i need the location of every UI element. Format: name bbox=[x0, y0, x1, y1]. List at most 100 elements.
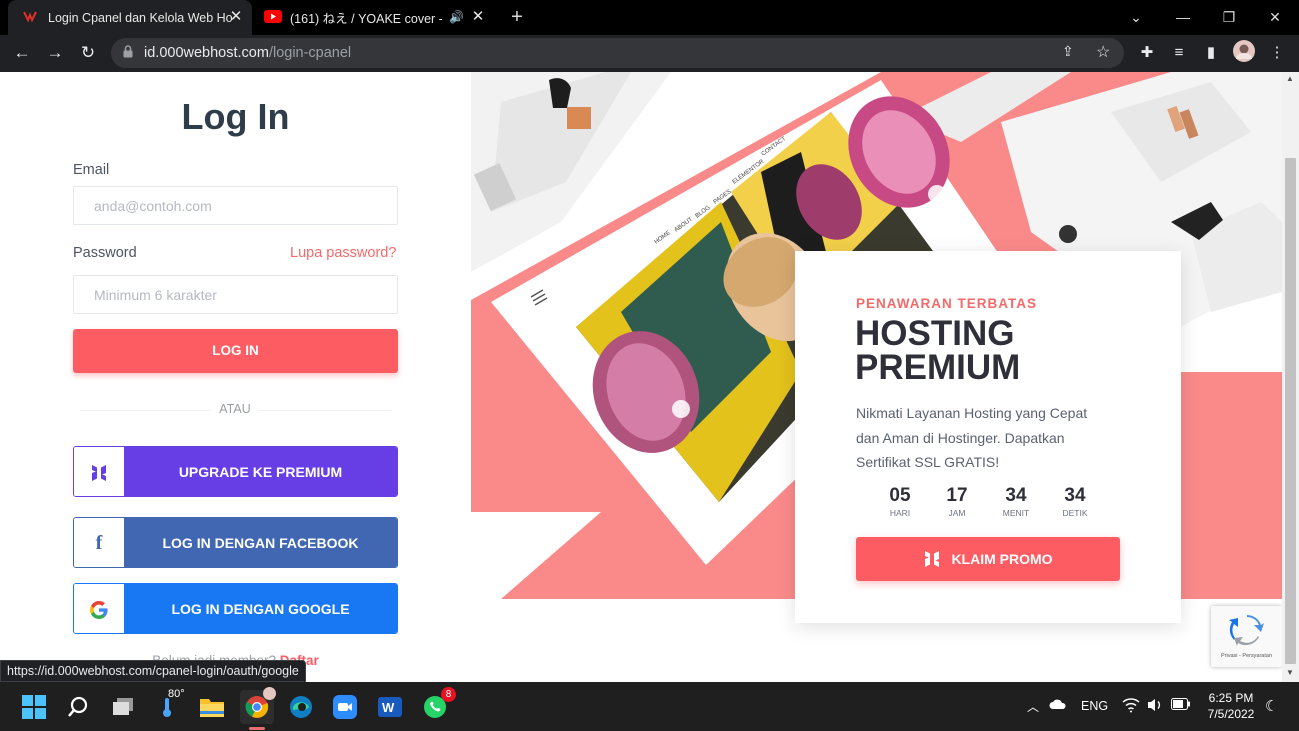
notification-badge: 8 bbox=[441, 687, 456, 702]
promo-title-line1: HOSTING bbox=[855, 314, 1015, 353]
lock-icon bbox=[123, 45, 133, 63]
countdown-minutes: 34 MENIT bbox=[991, 485, 1041, 518]
countdown-seconds: 34 DETIK bbox=[1050, 485, 1100, 518]
extensions-icon[interactable]: ✚ bbox=[1134, 40, 1160, 66]
forgot-password-link[interactable]: Lupa password? bbox=[290, 245, 396, 261]
google-login-button[interactable]: LOG IN DENGAN GOOGLE bbox=[73, 583, 398, 634]
tab-title: Login Cpanel dan Kelola Web Ho bbox=[48, 10, 233, 25]
minimize-button[interactable]: — bbox=[1168, 4, 1198, 30]
password-field[interactable] bbox=[74, 276, 397, 313]
password-label: Password bbox=[73, 245, 137, 261]
facebook-login-button[interactable]: f LOG IN DENGAN FACEBOOK bbox=[73, 517, 398, 568]
google-icon bbox=[74, 584, 124, 633]
volume-icon[interactable] bbox=[1146, 697, 1164, 716]
windows-taskbar: 80° W 8 ︿ ENG 6:25 PM 7/5/2022 ☾ bbox=[0, 682, 1299, 731]
hostinger-logo-icon bbox=[923, 550, 941, 568]
tab-youtube[interactable]: (161) ねえ / YOAKE cover - Yo 🔊 ✕ bbox=[256, 0, 494, 35]
password-field-wrapper bbox=[73, 275, 398, 314]
speaker-icon[interactable]: 🔊 bbox=[449, 10, 464, 24]
claim-promo-label: KLAIM PROMO bbox=[951, 551, 1053, 567]
google-login-label: LOG IN DENGAN GOOGLE bbox=[124, 584, 397, 633]
restore-button[interactable]: ❐ bbox=[1214, 4, 1244, 30]
new-tab-button[interactable]: + bbox=[502, 4, 532, 30]
bookmark-star-icon[interactable]: ☆ bbox=[1096, 42, 1110, 62]
login-title: Log In bbox=[181, 96, 290, 137]
edge-icon[interactable] bbox=[284, 690, 318, 724]
recaptcha-icon bbox=[1229, 614, 1265, 651]
countdown-value: 34 bbox=[1005, 485, 1027, 506]
task-view-icon[interactable] bbox=[106, 690, 140, 724]
profile-avatar[interactable] bbox=[1231, 40, 1257, 66]
email-label: Email bbox=[73, 162, 110, 178]
promo-title-line2: PREMIUM bbox=[855, 348, 1021, 387]
countdown-hours: 17 JAM bbox=[932, 485, 982, 518]
page-scrollbar[interactable]: ▲ ▼ bbox=[1282, 72, 1299, 682]
claim-promo-button[interactable]: KLAIM PROMO bbox=[856, 537, 1120, 581]
chrome-icon[interactable] bbox=[240, 687, 276, 730]
scrollbar-thumb[interactable] bbox=[1285, 158, 1296, 664]
countdown-unit: JAM bbox=[948, 508, 966, 518]
webhost-logo-icon bbox=[22, 8, 38, 27]
zoom-icon[interactable] bbox=[328, 690, 362, 724]
clock-time: 6:25 PM bbox=[1208, 691, 1254, 705]
scroll-down-arrow[interactable]: ▼ bbox=[1286, 668, 1294, 677]
login-button[interactable]: LOG IN bbox=[73, 329, 398, 373]
menu-kebab-icon[interactable]: ⋮ bbox=[1264, 40, 1290, 66]
notification-moon-icon[interactable]: ☾ bbox=[1265, 697, 1278, 715]
promo-card: PENAWARAN TERBATAS HOSTING PREMIUM Nikma… bbox=[795, 251, 1181, 623]
link-status-bubble: https://id.000webhost.com/cpanel-login/o… bbox=[0, 660, 306, 682]
chevron-down-icon[interactable]: ⌄ bbox=[1121, 4, 1151, 30]
search-icon[interactable] bbox=[61, 690, 95, 724]
active-app-indicator bbox=[249, 727, 265, 730]
hostinger-logo-icon bbox=[74, 447, 124, 496]
weather-temp: 80° bbox=[168, 688, 185, 700]
onedrive-cloud-icon[interactable] bbox=[1049, 698, 1067, 713]
close-tab-icon[interactable]: ✕ bbox=[470, 9, 486, 25]
weather-widget[interactable]: 80° bbox=[150, 688, 185, 724]
media-queue-icon[interactable]: ≡ bbox=[1166, 40, 1192, 66]
recaptcha-badge[interactable]: Privasi - Persyaratan bbox=[1211, 606, 1282, 667]
windows-start-icon[interactable] bbox=[17, 690, 51, 724]
countdown-days: 05 HARI bbox=[875, 485, 925, 518]
language-indicator[interactable]: ENG bbox=[1081, 699, 1108, 713]
whatsapp-icon[interactable]: 8 bbox=[418, 687, 456, 724]
page-content: Log In Email Password Lupa password? LOG… bbox=[0, 72, 1299, 682]
upgrade-premium-label: UPGRADE KE PREMIUM bbox=[124, 447, 397, 496]
youtube-icon bbox=[264, 9, 282, 26]
tab-login-cpanel[interactable]: Login Cpanel dan Kelola Web Ho ✕ bbox=[8, 0, 252, 35]
url-text: id.000webhost.com/login-cpanel bbox=[144, 45, 351, 61]
svg-text:W: W bbox=[382, 700, 395, 715]
scroll-up-arrow[interactable]: ▲ bbox=[1286, 74, 1294, 83]
or-divider-label: ATAU bbox=[211, 402, 259, 416]
email-field[interactable] bbox=[74, 187, 397, 224]
clock-date: 7/5/2022 bbox=[1207, 707, 1255, 721]
system-clock[interactable]: 6:25 PM 7/5/2022 bbox=[1200, 690, 1262, 722]
address-bar[interactable]: id.000webhost.com/login-cpanel ⇪ ☆ bbox=[111, 38, 1124, 68]
url-host: id.000webhost.com bbox=[144, 45, 269, 61]
battery-icon[interactable] bbox=[1171, 698, 1191, 713]
countdown-value: 34 bbox=[1064, 485, 1086, 506]
tab-strip: Login Cpanel dan Kelola Web Ho ✕ (161) ね… bbox=[0, 0, 1299, 35]
side-panel-icon[interactable]: ▮ bbox=[1198, 40, 1224, 66]
recaptcha-footer: Privasi - Persyaratan bbox=[1220, 653, 1273, 659]
countdown-unit: MENIT bbox=[1002, 508, 1030, 518]
browser-toolbar: ← → ↻ id.000webhost.com/login-cpanel ⇪ ☆… bbox=[0, 35, 1299, 72]
countdown-unit: DETIK bbox=[1062, 508, 1088, 518]
countdown-unit: HARI bbox=[889, 508, 911, 518]
facebook-icon: f bbox=[74, 518, 124, 567]
share-icon[interactable]: ⇪ bbox=[1062, 43, 1074, 60]
wifi-icon[interactable] bbox=[1122, 697, 1140, 716]
chevron-up-icon[interactable]: ︿ bbox=[1027, 698, 1039, 715]
reload-button[interactable]: ↻ bbox=[75, 40, 101, 66]
back-button[interactable]: ← bbox=[9, 40, 35, 66]
email-field-wrapper bbox=[73, 186, 398, 225]
promo-description: Nikmati Layanan Hosting yang Cepat dan A… bbox=[856, 405, 1088, 470]
close-tab-icon[interactable]: ✕ bbox=[228, 9, 244, 25]
file-explorer-icon[interactable] bbox=[195, 690, 229, 724]
promo-eyebrow: PENAWARAN TERBATAS bbox=[856, 296, 1038, 311]
close-window-button[interactable]: ✕ bbox=[1260, 4, 1290, 30]
countdown-value: 05 bbox=[889, 485, 911, 506]
word-icon[interactable]: W bbox=[373, 690, 407, 724]
upgrade-premium-button[interactable]: UPGRADE KE PREMIUM bbox=[73, 446, 398, 497]
forward-button[interactable]: → bbox=[42, 40, 68, 66]
